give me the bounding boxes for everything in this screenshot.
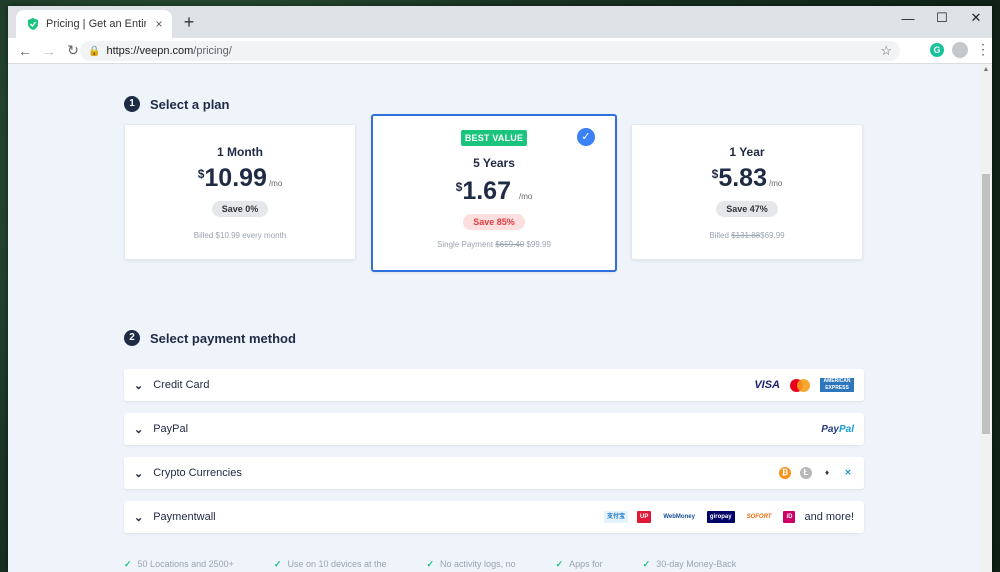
tab-title: Pricing | Get an Entire Month of (46, 18, 146, 30)
save-badge: Save 85% (463, 214, 525, 230)
minimize-button[interactable]: — (892, 6, 924, 30)
chevron-down-icon: ⌄ (134, 379, 144, 392)
alipay-logo-icon: 支付宝 (603, 511, 628, 523)
plan-name: 1 Year (729, 145, 765, 159)
paypal-logo-icon: PayPal (821, 423, 854, 435)
ripple-icon: ✕ (844, 468, 852, 477)
scroll-up-arrow-icon[interactable]: ▲ (980, 64, 992, 76)
plan-card-1-month[interactable]: 1 Month $10.99/mo Save 0% Billed $10.99 … (124, 124, 356, 260)
billing-note: Billed $131.88$69.99 (709, 231, 785, 240)
payment-label: PayPal (153, 423, 189, 435)
chevron-down-icon: ⌄ (134, 511, 144, 524)
payment-label: Crypto Currencies (153, 467, 242, 479)
bookmark-star-icon[interactable]: ☆ (880, 43, 892, 59)
feature-list: ✓ 50 Locations and 2500+ ✓ Use on 10 devic… (124, 559, 736, 570)
feature-item: ✓ 50 Locations and 2500+ (124, 559, 234, 569)
plan-price: $1.67/mo (455, 177, 533, 205)
close-window-button[interactable]: ✕ (960, 6, 992, 30)
scroll-thumb[interactable] (982, 174, 990, 434)
pricing-page: 1 Select a plan 1 Month $10.99/mo Save 0… (8, 64, 980, 572)
plan-card-1-year[interactable]: 1 Year $5.83/mo Save 47% Billed $131.88$… (631, 124, 863, 260)
chevron-down-icon: ⌄ (134, 467, 144, 480)
webmoney-logo-icon: WebMoney (663, 514, 695, 520)
sofort-logo-icon: SOFORT (746, 514, 772, 520)
billing-note: Billed $10.99 every month (193, 231, 287, 240)
payment-credit-card[interactable]: ⌄ Credit Card VISA AMERICAN EXPRESS (124, 369, 864, 401)
step-select-plan: 1 Select a plan (124, 96, 229, 112)
veepn-shield-icon (28, 18, 38, 30)
profile-avatar-icon[interactable] (952, 41, 968, 58)
payment-paypal[interactable]: ⌄ PayPal PayPal (124, 413, 864, 445)
plan-card-5-years[interactable]: ✓ BEST VALUE 5 Years $1.67/mo Save 85% S… (371, 114, 617, 272)
window-controls: — ☐ ✕ (890, 6, 992, 30)
selected-check-icon: ✓ (577, 128, 595, 146)
url-text: https://veepn.com/pricing/ (106, 45, 232, 57)
address-bar[interactable]: 🔒 https://veepn.com/pricing/ ☆ (80, 41, 900, 61)
grammarly-extension-icon[interactable]: G (930, 42, 944, 57)
step-number: 2 (124, 330, 140, 346)
feature-item: ✓ 30-day Money-Back (642, 559, 737, 569)
browser-toolbar: ← → ↻ 🔒 https://veepn.com/pricing/ ☆ G ⋮ (8, 38, 992, 64)
save-badge: Save 47% (716, 201, 778, 217)
tab-strip: Pricing | Get an Entire Month of × + — ☐… (8, 6, 992, 38)
and-more-text: and more! (804, 511, 854, 523)
save-badge: Save 0% (211, 201, 269, 217)
feature-item: ✓ Use on 10 devices at the (273, 559, 387, 569)
feature-item: ✓ No activity logs, no (426, 559, 516, 569)
payment-label: Credit Card (153, 379, 210, 391)
step-title: Select payment method (150, 330, 296, 346)
browser-window: Pricing | Get an Entire Month of × + — ☐… (8, 6, 992, 572)
plan-name: 5 Years (473, 156, 515, 170)
lock-icon: 🔒 (88, 45, 101, 57)
ethereum-icon: ♦ (824, 468, 830, 477)
maximize-button[interactable]: ☐ (926, 6, 958, 30)
visa-logo-icon: VISA (754, 379, 780, 391)
ideal-logo-icon: iD (783, 511, 796, 523)
step-number: 1 (124, 96, 140, 112)
vertical-scrollbar[interactable]: ▲ (980, 64, 992, 572)
mastercard-logo-icon (790, 378, 810, 392)
billing-note: Single Payment $659.40 $99.99 (437, 240, 551, 249)
browser-tab[interactable]: Pricing | Get an Entire Month of × (16, 10, 172, 38)
payment-label: Paymentwall (153, 511, 216, 523)
plan-price: $5.83/mo (711, 164, 783, 192)
unionpay-logo-icon: UP (637, 511, 652, 523)
giropay-logo-icon: giropay (706, 511, 735, 523)
plan-name: 1 Month (217, 145, 263, 159)
bitcoin-icon: ₿ (779, 467, 791, 479)
chevron-down-icon: ⌄ (134, 423, 144, 436)
forward-arrow-icon[interactable]: → (38, 40, 60, 62)
step-select-payment: 2 Select payment method (124, 330, 296, 346)
back-arrow-icon[interactable]: ← (14, 40, 36, 62)
plan-price: $10.99/mo (197, 164, 283, 192)
feature-item: ✓ Apps for (555, 559, 603, 569)
menu-dots-icon[interactable]: ⋮ (976, 41, 990, 58)
litecoin-icon: Ł (800, 467, 812, 479)
payment-paymentwall[interactable]: ⌄ Paymentwall 支付宝 UP WebMoney giropay SO… (124, 501, 864, 533)
payment-crypto[interactable]: ⌄ Crypto Currencies ₿ Ł ♦ ✕ (124, 457, 864, 489)
best-value-badge: BEST VALUE (460, 130, 528, 146)
amex-logo-icon: AMERICAN EXPRESS (820, 378, 854, 392)
new-tab-button[interactable]: + (178, 12, 200, 34)
tab-close-icon[interactable]: × (152, 17, 166, 31)
step-title: Select a plan (150, 96, 230, 112)
